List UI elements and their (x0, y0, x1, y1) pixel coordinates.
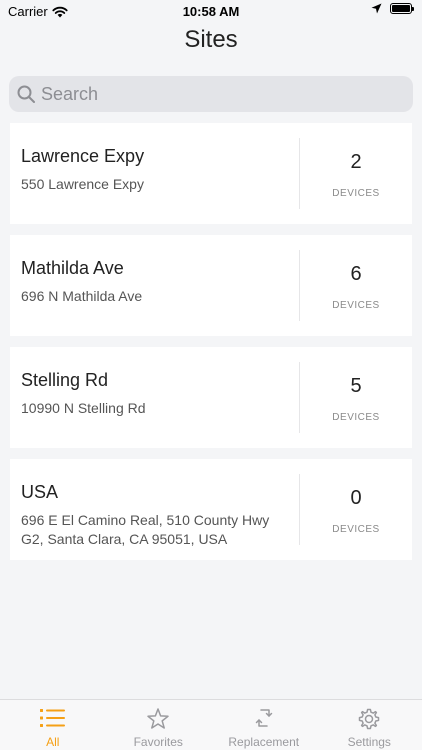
device-count-box: 2 DEVICES (300, 123, 412, 224)
site-name: Mathilda Ave (21, 258, 124, 278)
device-count-box: 0 DEVICES (300, 459, 412, 560)
tab-bar: All Favorites Replacement Settings (0, 699, 422, 750)
status-right (371, 3, 414, 14)
gear-icon (359, 708, 380, 730)
replace-arrows-icon (255, 709, 272, 727)
site-address: 696 N Mathilda Ave (21, 288, 143, 304)
tab-all[interactable]: All (0, 700, 106, 750)
site-card-usa[interactable]: USA 696 E El Camino Real, 510 County Hwy… (10, 459, 412, 560)
tab-favorites[interactable]: Favorites (106, 700, 212, 750)
site-card-mathilda-ave[interactable]: Mathilda Ave 696 N Mathilda Ave 6 DEVICE… (10, 235, 412, 336)
site-address: 696 E El Camino Real, 510 County Hwy G2,… (21, 512, 270, 547)
tab-label: Replacement (228, 735, 300, 749)
device-count: 2 (350, 151, 362, 173)
search-icon (17, 85, 35, 103)
list-icon (39, 709, 65, 727)
tab-label: All (46, 735, 60, 749)
status-time: 10:58 AM (182, 4, 240, 19)
site-address: 10990 N Stelling Rd (21, 400, 146, 416)
tab-replacement[interactable]: Replacement (211, 700, 317, 750)
site-list: Lawrence Expy 550 Lawrence Expy 2 DEVICE… (10, 123, 412, 571)
page-title: Sites (184, 26, 238, 53)
battery-icon (390, 3, 414, 14)
devices-label: DEVICES (332, 524, 380, 535)
devices-label: DEVICES (332, 188, 380, 199)
tab-label: Favorites (133, 735, 183, 749)
tab-settings[interactable]: Settings (317, 700, 422, 750)
site-name: Stelling Rd (21, 370, 109, 390)
tab-label: Settings (347, 735, 391, 749)
device-count-box: 5 DEVICES (300, 347, 412, 448)
site-name: Lawrence Expy (21, 146, 145, 166)
search-bar[interactable] (9, 76, 413, 112)
device-count-box: 6 DEVICES (300, 235, 412, 336)
devices-label: DEVICES (332, 300, 380, 311)
device-count: 5 (350, 375, 362, 397)
search-input[interactable] (41, 83, 413, 105)
site-name: USA (21, 482, 59, 502)
site-card-stelling-rd[interactable]: Stelling Rd 10990 N Stelling Rd 5 DEVICE… (10, 347, 412, 448)
location-arrow-icon (371, 3, 382, 14)
site-address: 550 Lawrence Expy (21, 176, 144, 192)
status-bar: Carrier 10:58 AM (0, 0, 422, 22)
site-card-lawrence-expy[interactable]: Lawrence Expy 550 Lawrence Expy 2 DEVICE… (10, 123, 412, 224)
device-count: 6 (350, 263, 362, 285)
star-icon (147, 708, 169, 729)
device-count: 0 (350, 487, 362, 509)
devices-label: DEVICES (332, 412, 380, 423)
